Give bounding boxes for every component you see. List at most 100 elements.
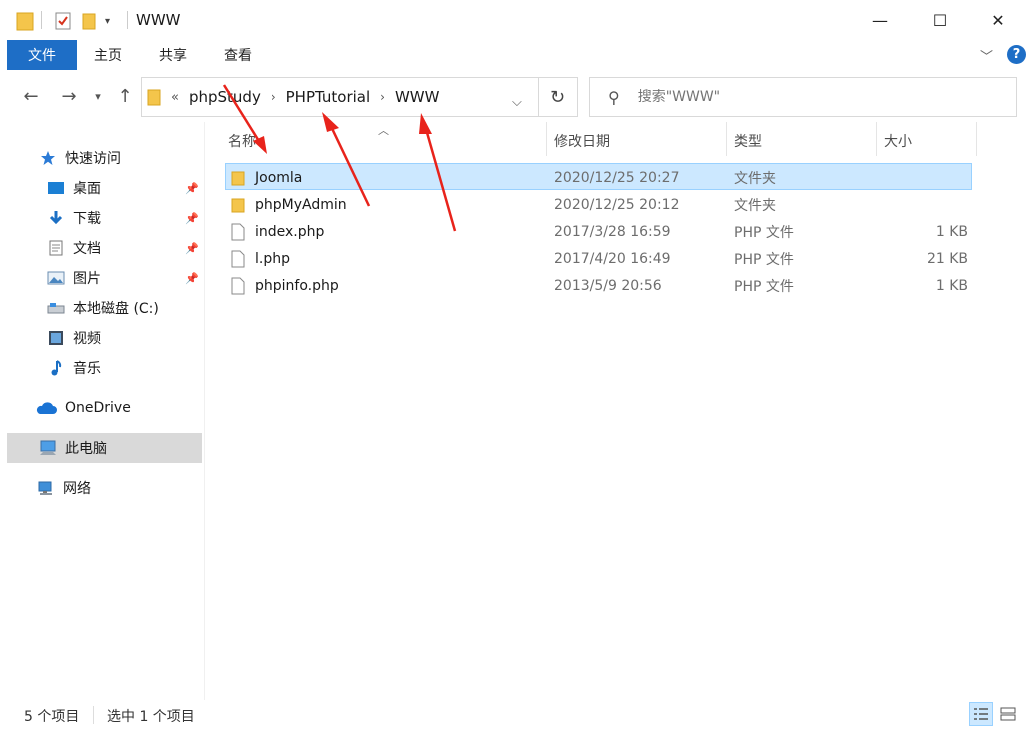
address-bar[interactable]: « phpStudy › PHPTutorial › WWW ⌵ <box>141 77 539 117</box>
star-icon <box>39 150 57 166</box>
file-icon <box>231 272 245 299</box>
maximize-button[interactable]: ☐ <box>910 0 970 40</box>
tab-share[interactable]: 共享 <box>159 40 187 70</box>
address-overflow-icon[interactable]: « <box>171 90 179 105</box>
sidebar-item-videos[interactable]: 视频 <box>7 323 202 353</box>
sidebar-item-network[interactable]: 网络 <box>7 473 202 503</box>
sidebar-item-local-disk[interactable]: 本地磁盘 (C:) <box>7 293 202 323</box>
column-header-modified[interactable]: 修改日期 <box>554 125 726 157</box>
file-size: 21 KB <box>926 250 968 267</box>
search-input[interactable] <box>637 89 998 105</box>
sidebar-item-label: 网络 <box>63 481 91 497</box>
sidebar-item-desktop[interactable]: 桌面 📌 <box>7 173 202 203</box>
window-title: WWW <box>136 11 181 29</box>
details-view-button[interactable] <box>969 702 993 726</box>
back-arrow-icon[interactable]: ← <box>18 84 44 108</box>
file-modified: 2020/12/25 20:27 <box>554 169 680 186</box>
breadcrumb-phptutorial[interactable]: PHPTutorial <box>286 88 371 106</box>
sidebar-item-documents[interactable]: 文档 📌 <box>7 233 202 263</box>
new-folder-icon[interactable] <box>82 11 96 31</box>
toolbar-divider <box>41 11 42 29</box>
item-count: 5 个项目 <box>24 709 80 725</box>
sidebar-item-onedrive[interactable]: OneDrive <box>7 393 202 423</box>
properties-icon[interactable] <box>55 11 71 31</box>
list-item-phpmyadmin[interactable]: phpMyAdmin 2020/12/25 20:12 文件夹 <box>225 191 972 218</box>
pin-icon: 📌 <box>185 181 199 195</box>
sidebar-item-this-pc[interactable]: 此电脑 <box>7 433 202 463</box>
breadcrumb-www[interactable]: WWW <box>395 88 440 106</box>
tab-home[interactable]: 主页 <box>94 40 122 70</box>
file-type: PHP 文件 <box>734 251 794 268</box>
sidebar-item-label: 图片 <box>73 271 101 287</box>
refresh-icon: ↻ <box>549 86 566 108</box>
up-arrow-icon[interactable]: ↑ <box>112 84 138 108</box>
file-type: PHP 文件 <box>734 278 794 295</box>
navigation-pane: 快速访问 桌面 📌 下载 📌 文档 📌 图片 📌 本地磁盘 (C:) 视频 音乐… <box>0 122 205 700</box>
file-name: l.php <box>255 250 290 267</box>
file-type: PHP 文件 <box>734 224 794 241</box>
pin-icon: 📌 <box>185 211 199 225</box>
folder-app-icon <box>16 11 34 31</box>
minimize-button[interactable]: — <box>850 0 910 40</box>
column-header-size[interactable]: 大小 <box>884 125 976 157</box>
expand-ribbon-chevron-icon[interactable]: ﹀ <box>980 46 993 65</box>
column-divider[interactable] <box>546 122 547 156</box>
video-icon <box>47 330 65 346</box>
help-icon[interactable]: ? <box>1007 45 1026 64</box>
sidebar-item-label: 文档 <box>73 241 101 257</box>
search-icon: ⚲ <box>608 87 620 107</box>
ribbon: 文件 主页 共享 查看 ﹀ ? <box>0 40 1028 70</box>
sidebar-item-label: 此电脑 <box>65 441 107 457</box>
folder-icon <box>231 164 245 191</box>
file-name: index.php <box>255 223 325 240</box>
close-button[interactable]: ✕ <box>968 0 1028 40</box>
refresh-button[interactable]: ↻ <box>538 77 578 117</box>
sidebar-item-quick-access[interactable]: 快速访问 <box>7 143 202 173</box>
maximize-icon: ☐ <box>932 10 948 30</box>
network-icon <box>37 480 55 496</box>
file-modified: 2017/3/28 16:59 <box>554 223 671 240</box>
download-icon <box>47 210 65 226</box>
forward-arrow-icon[interactable]: → <box>56 84 82 108</box>
recent-locations-chevron-icon[interactable]: ▾ <box>88 84 108 108</box>
file-type: 文件夹 <box>734 170 776 187</box>
file-explorer-window: ▾ WWW — ☐ ✕ 文件 主页 共享 查看 ﹀ ? ← → ▾ ↑ « ph… <box>0 0 1028 736</box>
large-icons-view-button[interactable] <box>996 702 1020 726</box>
pin-icon: 📌 <box>185 271 199 285</box>
file-name: Joomla <box>255 169 303 186</box>
breadcrumb-chevron-icon[interactable]: › <box>380 90 385 104</box>
column-divider[interactable] <box>726 122 727 156</box>
desktop-icon <box>47 180 65 196</box>
pictures-icon <box>47 270 65 286</box>
breadcrumb-chevron-icon[interactable]: › <box>271 90 276 104</box>
sidebar-item-pictures[interactable]: 图片 📌 <box>7 263 202 293</box>
search-box[interactable]: ⚲ <box>589 77 1017 117</box>
file-size <box>876 191 968 218</box>
tab-file[interactable]: 文件 <box>7 40 77 70</box>
file-type: 文件夹 <box>734 197 776 214</box>
file-icon <box>231 245 245 272</box>
file-list: ︿ 名称 修改日期 类型 大小 Joomla 2020/12/25 20:27 … <box>205 122 1028 700</box>
column-header-name[interactable]: 名称 <box>228 125 546 157</box>
computer-icon <box>39 440 57 456</box>
list-item-l-php[interactable]: l.php 2017/4/20 16:49 PHP 文件 21 KB <box>225 245 972 272</box>
file-modified: 2013/5/9 20:56 <box>554 277 662 294</box>
breadcrumb-phpstudy[interactable]: phpStudy <box>189 88 261 106</box>
cloud-icon <box>35 400 57 416</box>
sidebar-item-music[interactable]: 音乐 <box>7 353 202 383</box>
music-icon <box>47 360 65 376</box>
address-dropdown-chevron-icon[interactable]: ⌵ <box>512 95 522 110</box>
list-item-index-php[interactable]: index.php 2017/3/28 16:59 PHP 文件 1 KB <box>225 218 972 245</box>
sidebar-item-label: OneDrive <box>65 400 131 416</box>
column-divider[interactable] <box>976 122 977 156</box>
file-icon <box>231 218 245 245</box>
customize-toolbar-icon[interactable]: ▾ <box>105 11 110 31</box>
list-item-phpinfo-php[interactable]: phpinfo.php 2013/5/9 20:56 PHP 文件 1 KB <box>225 272 972 299</box>
tab-view[interactable]: 查看 <box>224 40 252 70</box>
list-item-joomla[interactable]: Joomla 2020/12/25 20:27 文件夹 <box>225 163 972 190</box>
sidebar-item-downloads[interactable]: 下载 📌 <box>7 203 202 233</box>
column-header-type[interactable]: 类型 <box>734 125 876 157</box>
column-divider[interactable] <box>876 122 877 156</box>
folder-icon <box>231 191 245 218</box>
file-modified: 2017/4/20 16:49 <box>554 250 671 267</box>
